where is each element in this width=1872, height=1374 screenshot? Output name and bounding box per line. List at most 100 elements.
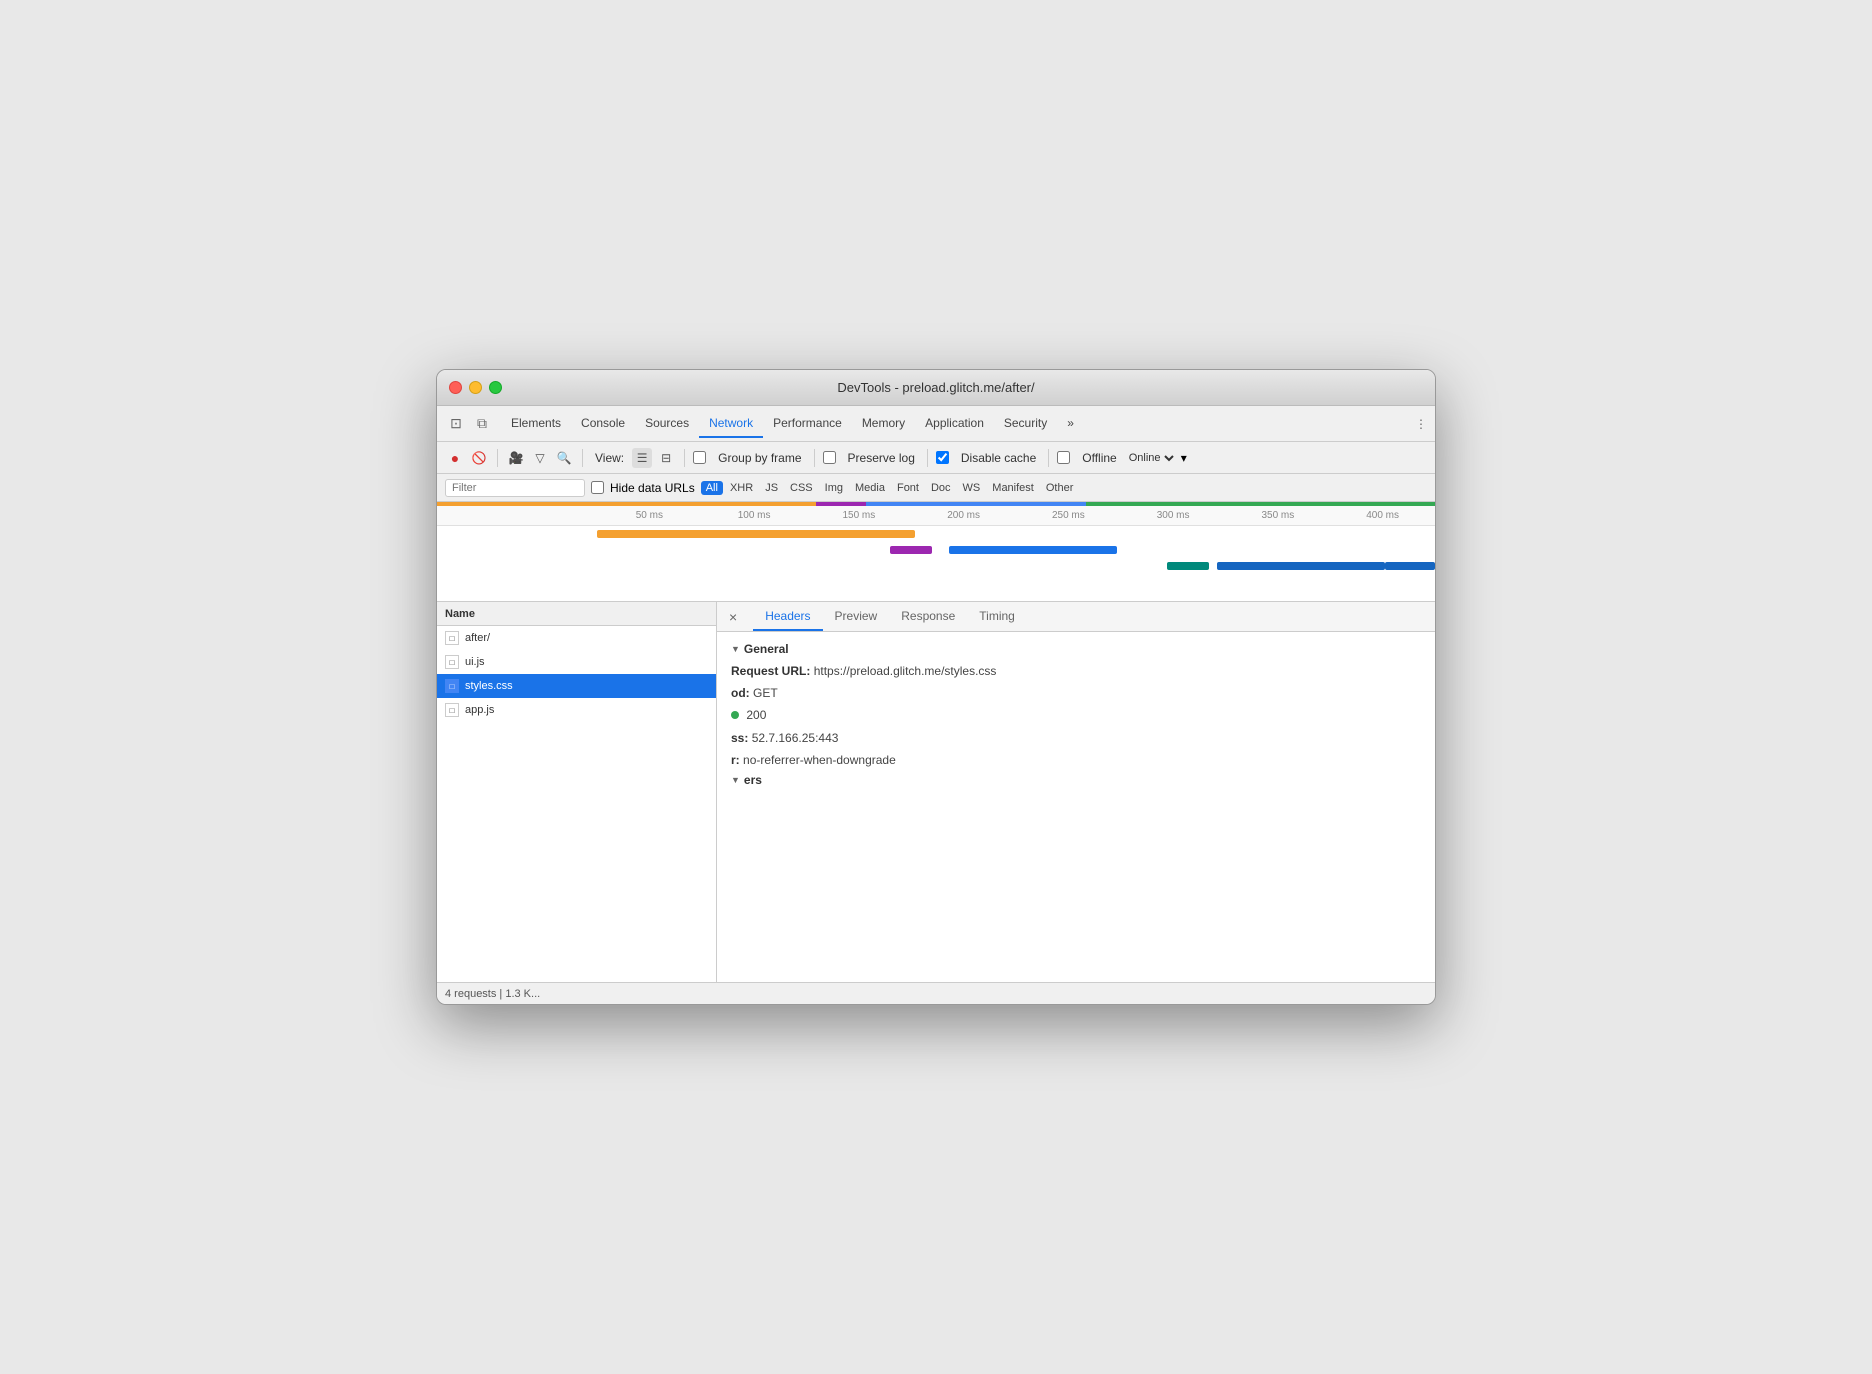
bar-blue-1 bbox=[866, 502, 1086, 506]
panel-tabs: × Headers Preview Response Timing bbox=[717, 602, 1435, 632]
filter-input[interactable] bbox=[445, 479, 585, 497]
timeline: 50 ms 100 ms 150 ms 200 ms 250 ms 300 ms… bbox=[437, 502, 1435, 602]
separator-1 bbox=[497, 449, 498, 467]
filter-xhr[interactable]: XHR bbox=[725, 481, 758, 495]
network-item-styles-css[interactable]: □ styles.css bbox=[437, 674, 716, 698]
grid-view-button[interactable]: ☰ bbox=[632, 448, 652, 468]
bar-blue2 bbox=[1217, 562, 1385, 570]
file-icon-styles-css: □ bbox=[445, 679, 459, 693]
title-bar: DevTools - preload.glitch.me/after/ bbox=[437, 370, 1435, 406]
online-dropdown-arrow[interactable]: ▾ bbox=[1181, 451, 1187, 465]
right-panel: × Headers Preview Response Timing Genera… bbox=[717, 602, 1435, 982]
tick-350ms: 350 ms bbox=[1226, 510, 1331, 521]
timeline-bars bbox=[437, 526, 1435, 601]
network-item-app-js[interactable]: □ app.js bbox=[437, 698, 716, 722]
filter-js[interactable]: JS bbox=[760, 481, 783, 495]
referrer-row: r: no-referrer-when-downgrade bbox=[731, 751, 1421, 770]
tab-security[interactable]: Security bbox=[994, 410, 1057, 438]
traffic-lights bbox=[449, 381, 502, 394]
bar-teal bbox=[1167, 562, 1209, 570]
status-dot bbox=[731, 711, 739, 719]
group-by-frame-label: Group by frame bbox=[718, 451, 801, 465]
devtools-window: DevTools - preload.glitch.me/after/ ⊡ ⧉ … bbox=[436, 369, 1436, 1005]
bar-blue3 bbox=[1385, 562, 1435, 570]
tab-performance[interactable]: Performance bbox=[763, 410, 852, 438]
filter-manifest[interactable]: Manifest bbox=[987, 481, 1039, 495]
hide-data-urls-label: Hide data URLs bbox=[610, 481, 695, 495]
address-value: 52.7.166.25:443 bbox=[752, 731, 839, 745]
hide-data-urls-checkbox[interactable] bbox=[591, 481, 604, 494]
filter-button[interactable]: ▽ bbox=[530, 448, 550, 468]
bar-row-1 bbox=[597, 526, 1435, 542]
close-button[interactable] bbox=[449, 381, 462, 394]
preserve-log-checkbox[interactable] bbox=[823, 451, 836, 464]
tab-more[interactable]: » bbox=[1057, 410, 1084, 438]
main-content: Name □ after/ □ ui.js □ styles.css □ app… bbox=[437, 602, 1435, 982]
status-text: 4 requests | 1.3 K... bbox=[445, 988, 540, 1000]
tab-timing[interactable]: Timing bbox=[967, 603, 1027, 631]
stop-button[interactable]: 🚫 bbox=[469, 448, 489, 468]
minimize-button[interactable] bbox=[469, 381, 482, 394]
tab-response[interactable]: Response bbox=[889, 603, 967, 631]
network-item-after[interactable]: □ after/ bbox=[437, 626, 716, 650]
filter-media[interactable]: Media bbox=[850, 481, 890, 495]
filter-all[interactable]: All bbox=[701, 481, 723, 495]
network-item-name-after: after/ bbox=[465, 632, 490, 644]
status-row: 200 bbox=[731, 706, 1421, 725]
tab-sources[interactable]: Sources bbox=[635, 410, 699, 438]
waterfall-view-button[interactable]: ⊟ bbox=[656, 448, 676, 468]
file-icon-ui-js: □ bbox=[445, 655, 459, 669]
tab-application[interactable]: Application bbox=[915, 410, 994, 438]
bar-styles-css bbox=[949, 546, 1117, 554]
separator-4 bbox=[814, 449, 815, 467]
request-url-row: Request URL: https://preload.glitch.me/s… bbox=[731, 662, 1421, 681]
tick-250ms: 250 ms bbox=[1016, 510, 1121, 521]
headers-content: General Request URL: https://preload.gli… bbox=[717, 632, 1435, 982]
tab-network[interactable]: Network bbox=[699, 410, 763, 438]
file-icon-app-js: □ bbox=[445, 703, 459, 717]
bar-after bbox=[597, 530, 915, 538]
network-item-name-app-js: app.js bbox=[465, 704, 494, 716]
search-button[interactable]: 🔍 bbox=[554, 448, 574, 468]
filter-font[interactable]: Font bbox=[892, 481, 924, 495]
filter-bar: Hide data URLs All XHR JS CSS Img Media … bbox=[437, 474, 1435, 502]
bar-row-2 bbox=[597, 542, 1435, 558]
tab-headers[interactable]: Headers bbox=[753, 603, 822, 631]
tab-options: ⋮ bbox=[1415, 417, 1427, 431]
tab-elements[interactable]: Elements bbox=[501, 410, 571, 438]
bar-green-1 bbox=[1086, 502, 1435, 506]
tab-icons: ⊡ ⧉ bbox=[445, 413, 493, 435]
network-item-name-styles-css: styles.css bbox=[465, 680, 513, 692]
tab-memory[interactable]: Memory bbox=[852, 410, 915, 438]
record-button[interactable]: ● bbox=[445, 448, 465, 468]
group-by-frame-checkbox[interactable] bbox=[693, 451, 706, 464]
disable-cache-checkbox[interactable] bbox=[936, 451, 949, 464]
filter-css[interactable]: CSS bbox=[785, 481, 818, 495]
method-value: GET bbox=[753, 686, 778, 700]
window-title: DevTools - preload.glitch.me/after/ bbox=[837, 380, 1034, 395]
network-item-ui-js[interactable]: □ ui.js bbox=[437, 650, 716, 674]
panel-close-button[interactable]: × bbox=[725, 609, 741, 625]
preserve-log-label: Preserve log bbox=[848, 451, 915, 465]
bar-row-3 bbox=[597, 558, 1435, 574]
device-icon[interactable]: ⧉ bbox=[471, 413, 493, 435]
online-select[interactable]: Online bbox=[1125, 451, 1177, 465]
maximize-button[interactable] bbox=[489, 381, 502, 394]
filter-ws[interactable]: WS bbox=[958, 481, 986, 495]
kebab-icon[interactable]: ⋮ bbox=[1415, 417, 1427, 431]
tab-preview[interactable]: Preview bbox=[823, 603, 890, 631]
filter-img[interactable]: Img bbox=[820, 481, 848, 495]
status-value: 200 bbox=[746, 708, 766, 722]
method-key: od: bbox=[731, 686, 750, 700]
camera-button[interactable]: 🎥 bbox=[506, 448, 526, 468]
section-general-header: General bbox=[731, 642, 1421, 656]
inspect-icon[interactable]: ⊡ bbox=[445, 413, 467, 435]
filter-doc[interactable]: Doc bbox=[926, 481, 956, 495]
separator-3 bbox=[684, 449, 685, 467]
filter-other[interactable]: Other bbox=[1041, 481, 1079, 495]
network-list: Name □ after/ □ ui.js □ styles.css □ app… bbox=[437, 602, 717, 982]
tab-console[interactable]: Console bbox=[571, 410, 635, 438]
tick-150ms: 150 ms bbox=[807, 510, 912, 521]
offline-checkbox[interactable] bbox=[1057, 451, 1070, 464]
tick-50ms: 50 ms bbox=[597, 510, 702, 521]
